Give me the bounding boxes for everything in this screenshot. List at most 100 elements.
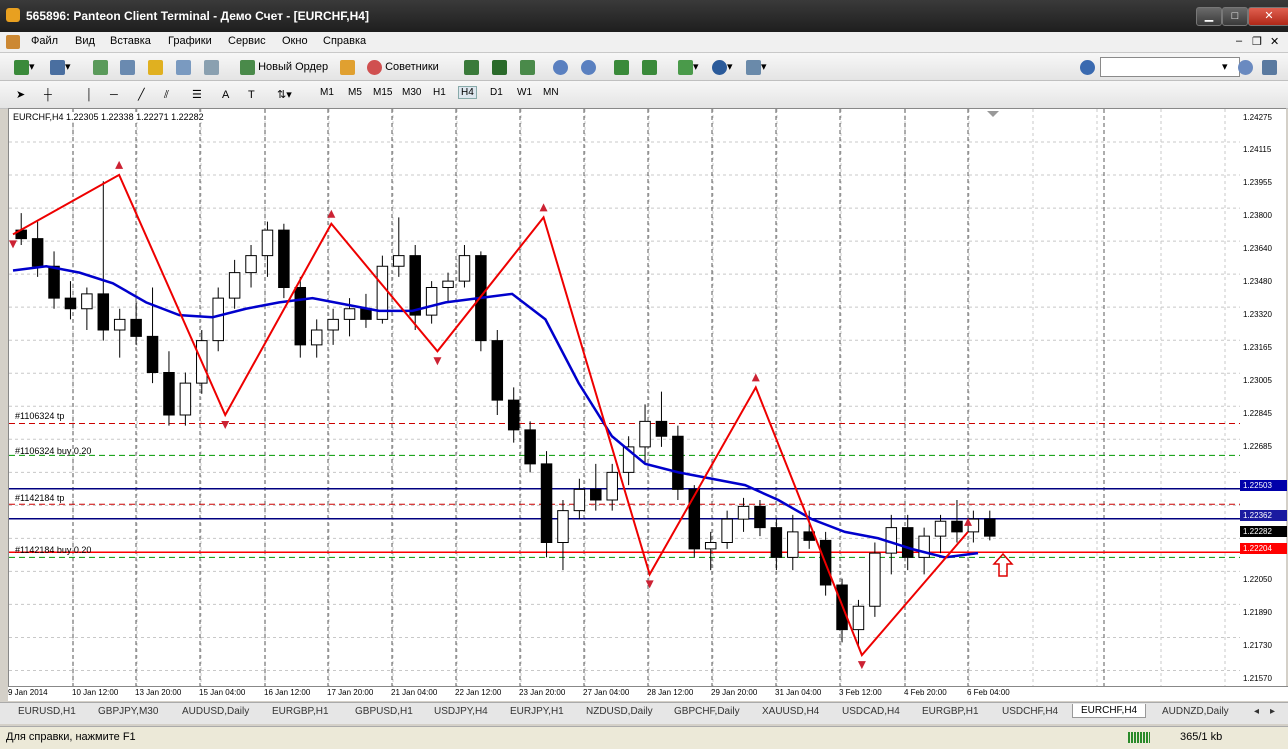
profiles-icon[interactable]: ▾: [50, 58, 71, 76]
favorites-icon[interactable]: [148, 58, 163, 76]
timeframe-mn[interactable]: MN: [543, 87, 559, 98]
crosshair-icon[interactable]: ┼: [44, 86, 52, 104]
timeframe-m1[interactable]: M1: [320, 87, 334, 98]
terminal-icon[interactable]: [176, 58, 191, 76]
candle-body: [81, 293, 93, 310]
search-input[interactable]: [1100, 57, 1240, 77]
candle-body: [984, 518, 996, 537]
trendline-icon[interactable]: ╱: [138, 86, 145, 104]
arrows-icon[interactable]: ⇅▾: [277, 86, 292, 104]
doc-restore-button[interactable]: ❐: [1252, 35, 1262, 48]
maximize-button[interactable]: □: [1222, 7, 1248, 26]
zoom-in-icon[interactable]: [553, 58, 568, 76]
timeframe-h4[interactable]: H4: [458, 86, 477, 99]
settings-gear-icon[interactable]: [1080, 58, 1095, 76]
time-label: 17 Jan 20:00: [327, 688, 374, 697]
time-label: 9 Jan 2014: [8, 688, 48, 697]
templates-icon[interactable]: ▾: [746, 58, 767, 76]
fractal-marker: [115, 160, 124, 169]
order-label-buy-1: #1106324 buy 0.20: [15, 446, 92, 456]
horizontal-line-icon[interactable]: ─: [110, 86, 118, 104]
menu-view[interactable]: Вид: [75, 35, 95, 47]
menu-charts[interactable]: Графики: [168, 35, 212, 47]
candle-body: [507, 399, 520, 431]
menu-tools[interactable]: Сервис: [228, 35, 266, 47]
candle-body: [901, 527, 914, 558]
zoom-out-icon[interactable]: [581, 58, 596, 76]
fractal-marker: [539, 203, 548, 212]
price-label: 1.23640: [1243, 244, 1272, 253]
tab-gbpusd-h1[interactable]: GBPUSD,H1: [355, 706, 413, 717]
status-traffic: 365/1 kb: [1180, 731, 1223, 743]
menu-insert[interactable]: Вставка: [110, 35, 151, 47]
price-label: 1.23005: [1243, 376, 1272, 385]
timeframe-m15[interactable]: M15: [373, 87, 392, 98]
search-dropdown-icon[interactable]: ▾: [1222, 58, 1228, 76]
timeframe-d1[interactable]: D1: [490, 87, 503, 98]
tab-audusd-daily[interactable]: AUDUSD,Daily: [182, 706, 249, 717]
status-bar: Для справки, нажмите F1 365/1 kb: [0, 726, 1288, 749]
price-label: 1.24275: [1243, 113, 1272, 122]
tab-gbpjpy-m30[interactable]: GBPJPY,M30: [98, 706, 158, 717]
minimize-button[interactable]: ▁: [1196, 7, 1222, 26]
metaeditor-icon[interactable]: [340, 58, 355, 76]
text-label-icon[interactable]: T: [248, 86, 255, 104]
chart-area[interactable]: EURCHF,H4 1.22305 1.22338 1.22271 1.2228…: [8, 108, 1242, 688]
connection-indicator-icon: [1128, 732, 1150, 743]
equidistant-channel-icon[interactable]: ⫽: [164, 86, 169, 104]
tab-nzdusd-daily[interactable]: NZDUSD,Daily: [586, 706, 653, 717]
strategy-tester-icon[interactable]: [204, 58, 219, 76]
community-icon[interactable]: [1262, 58, 1277, 76]
crosshair-nav-icon[interactable]: [120, 58, 135, 76]
fibonacci-icon[interactable]: ☰: [192, 86, 202, 104]
price-chart[interactable]: [9, 109, 1241, 687]
tab-eurjpy-h1[interactable]: EURJPY,H1: [510, 706, 564, 717]
tab-xauusd-h4[interactable]: XAUUSD,H4: [762, 706, 819, 717]
tab-eurusd-h1[interactable]: EURUSD,H1: [18, 706, 76, 717]
market-watch-icon[interactable]: [93, 58, 108, 76]
tab-gbpchf-daily[interactable]: GBPCHF,Daily: [674, 706, 740, 717]
chart-shift-icon[interactable]: [642, 58, 657, 76]
timeframe-m5[interactable]: M5: [348, 87, 362, 98]
tab-scroll-left-icon[interactable]: ◂: [1254, 706, 1259, 717]
periods-icon[interactable]: ▾: [712, 58, 733, 76]
advisors-button[interactable]: Советники: [367, 58, 439, 76]
search-icon[interactable]: [1238, 58, 1253, 76]
menu-file[interactable]: Файл: [31, 35, 58, 47]
candle-body: [737, 505, 750, 520]
menu-window[interactable]: Окно: [282, 35, 308, 47]
time-label: 6 Feb 04:00: [967, 688, 1010, 697]
tab-eurgbp-h1-2[interactable]: EURGBP,H1: [922, 706, 979, 717]
tab-usdcad-h4[interactable]: USDCAD,H4: [842, 706, 900, 717]
autoscroll-icon[interactable]: [614, 58, 629, 76]
doc-minimize-button[interactable]: –: [1236, 35, 1242, 47]
text-icon[interactable]: A: [222, 86, 229, 104]
new-chart-icon[interactable]: ▾: [14, 58, 35, 76]
line-chart-icon[interactable]: [520, 58, 535, 76]
tab-usdjpy-h4[interactable]: USDJPY,H4: [434, 706, 488, 717]
candle-body: [557, 510, 569, 543]
advisors-label: Советники: [385, 61, 439, 73]
tab-scroll-right-icon[interactable]: ▸: [1270, 706, 1275, 717]
tab-eurgbp-h1[interactable]: EURGBP,H1: [272, 706, 329, 717]
menu-help[interactable]: Справка: [323, 35, 366, 47]
candle-body: [787, 531, 799, 558]
candle-chart-icon[interactable]: [492, 58, 507, 76]
candle-body: [934, 520, 947, 537]
close-button[interactable]: ✕: [1248, 7, 1288, 26]
indicators-icon[interactable]: ▾: [678, 58, 699, 76]
timeframe-w1[interactable]: W1: [517, 87, 532, 98]
tab-usdchf-h4[interactable]: USDCHF,H4: [1002, 706, 1058, 717]
price-label: 1.22685: [1243, 442, 1272, 451]
vertical-line-icon[interactable]: │: [86, 86, 93, 104]
tab-audnzd-daily[interactable]: AUDNZD,Daily: [1162, 706, 1229, 717]
timeframe-m30[interactable]: M30: [402, 87, 421, 98]
timeframe-h1[interactable]: H1: [433, 87, 446, 98]
cursor-icon[interactable]: ➤: [16, 86, 25, 104]
doc-close-button[interactable]: ✕: [1270, 35, 1279, 48]
tab-eurchf-h4[interactable]: EURCHF,H4: [1072, 704, 1147, 718]
new-order-button[interactable]: Новый Ордер: [240, 58, 328, 76]
candle-body: [754, 505, 766, 529]
bar-chart-icon[interactable]: [464, 58, 479, 76]
time-label: 29 Jan 20:00: [711, 688, 758, 697]
